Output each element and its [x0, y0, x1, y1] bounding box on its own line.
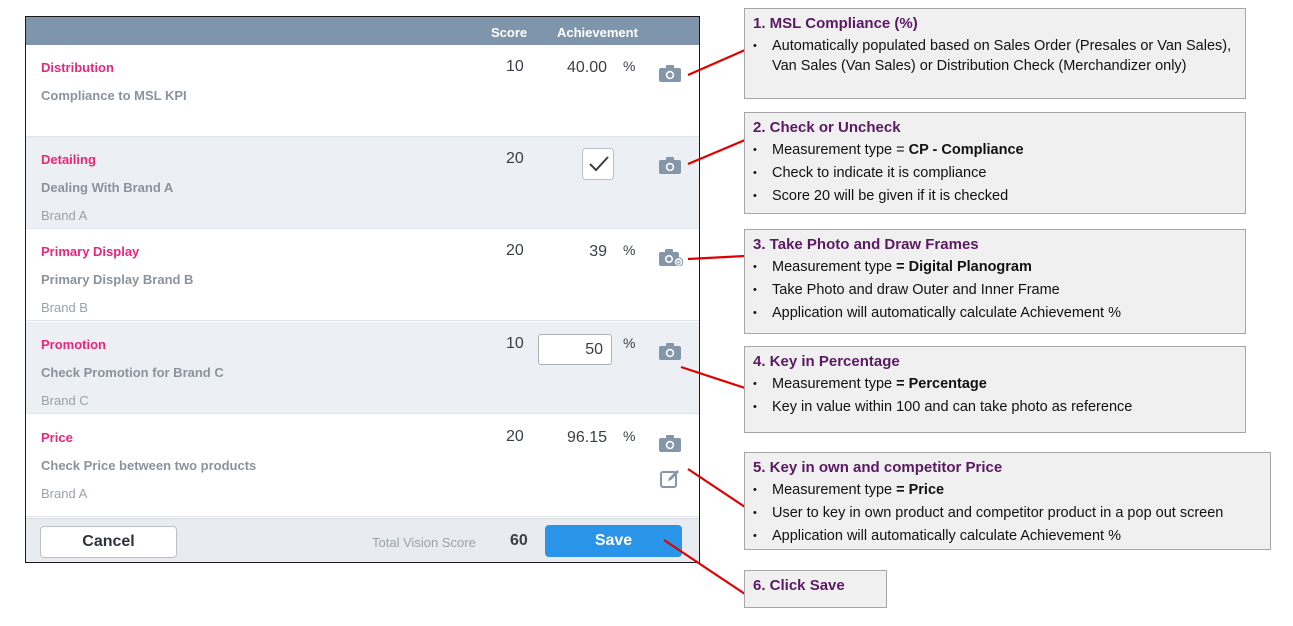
- callout-bullet: Key in value within 100 and can take pho…: [753, 397, 1237, 417]
- callout-key-price: 5. Key in own and competitor Price Measu…: [744, 452, 1271, 550]
- callout-check-uncheck: 2. Check or Uncheck Measurement type = C…: [744, 112, 1246, 214]
- callout-click-save: 6. Click Save: [744, 570, 887, 608]
- callout-bullets: Measurement type = CP - Compliance Check…: [753, 140, 1237, 206]
- callout-bullet: Measurement type = Price: [753, 480, 1262, 500]
- bullet-prefix: Measurement type: [772, 482, 897, 498]
- connector-line-2: [687, 138, 746, 166]
- callout-bullets: Measurement type = Digital Planogram Tak…: [753, 257, 1237, 323]
- bullet-bold: = Digital Planogram: [896, 259, 1032, 275]
- callout-title: 4. Key in Percentage: [753, 353, 900, 370]
- callout-title: 3. Take Photo and Draw Frames: [753, 236, 979, 253]
- callout-bullet: Check to indicate it is compliance: [753, 163, 1237, 183]
- connector-line-6: [663, 539, 746, 595]
- connector-line-1: [687, 48, 746, 77]
- callout-photo-frames: 3. Take Photo and Draw Frames Measuremen…: [744, 229, 1246, 334]
- connector-line-5: [687, 468, 746, 508]
- callout-title: 5. Key in own and competitor Price: [753, 459, 1003, 476]
- callout-bullet: Measurement type = Percentage: [753, 374, 1237, 394]
- callout-key-percentage: 4. Key in Percentage Measurement type = …: [744, 346, 1246, 433]
- callout-bullet: Measurement type = Digital Planogram: [753, 257, 1237, 277]
- callout-bullets: Automatically populated based on Sales O…: [753, 36, 1237, 76]
- callout-bullet: User to key in own product and competito…: [753, 503, 1262, 523]
- connector-line-3: [687, 254, 746, 261]
- callout-bullet: Application will automatically calculate…: [753, 526, 1262, 546]
- callout-title: 6. Click Save: [753, 577, 845, 594]
- bullet-bold: = Percentage: [896, 376, 987, 392]
- bullet-prefix: Measurement type =: [772, 142, 909, 158]
- bullet-prefix: Measurement type: [772, 376, 897, 392]
- callout-bullet: Automatically populated based on Sales O…: [753, 36, 1237, 76]
- callout-msl-compliance: 1. MSL Compliance (%) Automatically popu…: [744, 8, 1246, 99]
- callout-bullet: Score 20 will be given if it is checked: [753, 186, 1237, 206]
- callout-bullet: Application will automatically calculate…: [753, 303, 1237, 323]
- bullet-bold: CP - Compliance: [908, 142, 1024, 158]
- callout-title: 1. MSL Compliance (%): [753, 15, 918, 32]
- callout-bullets: Measurement type = Price User to key in …: [753, 480, 1262, 546]
- callout-bullets: Measurement type = Percentage Key in val…: [753, 374, 1237, 417]
- callout-title: 2. Check or Uncheck: [753, 119, 901, 136]
- callout-bullet: Measurement type = CP - Compliance: [753, 140, 1237, 160]
- bullet-prefix: Measurement type: [772, 259, 897, 275]
- connector-line-4: [680, 365, 746, 390]
- bullet-bold: = Price: [896, 482, 945, 498]
- callout-bullet: Take Photo and draw Outer and Inner Fram…: [753, 280, 1237, 300]
